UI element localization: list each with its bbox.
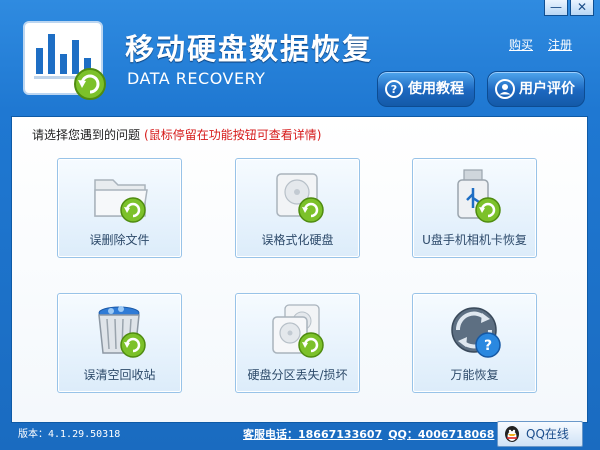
question-circle-icon: ? bbox=[385, 80, 403, 98]
tutorial-button-label: 使用教程 bbox=[408, 81, 464, 97]
tile-recycle-bin[interactable]: 误清空回收站 bbox=[57, 293, 182, 393]
recycle-bin-recover-icon bbox=[98, 306, 146, 358]
universal-recover-icon: ? bbox=[451, 307, 501, 358]
partition-recover-icon bbox=[272, 304, 324, 358]
window-controls: — ✕ bbox=[544, 0, 594, 16]
tile-partition[interactable]: 硬盘分区丢失/损坏 bbox=[235, 293, 360, 393]
problem-prompt: 请选择您遇到的问题 (鼠标停留在功能按钮可查看详情) bbox=[32, 127, 321, 143]
app-window: — ✕ 移动硬盘数据恢复 DATA RECOVERY 购买 注册 ? 使用教程 … bbox=[0, 0, 600, 450]
problem-panel: 请选择您遇到的问题 (鼠标停留在功能按钮可查看详情) 误删除文件 误格式化硬盘 … bbox=[11, 116, 588, 423]
prompt-text: 请选择您遇到的问题 bbox=[32, 128, 141, 142]
version-text: 版本：4.1.29.50318 bbox=[18, 429, 121, 440]
app-logo-icon bbox=[23, 21, 106, 100]
app-title: 移动硬盘数据恢复 bbox=[125, 32, 374, 66]
tile-label: 误删除文件 bbox=[89, 233, 150, 247]
service-qq: QQ：4006718068 bbox=[388, 428, 495, 441]
tile-label: 误格式化硬盘 bbox=[261, 233, 334, 247]
tile-universal[interactable]: ? 万能恢复 bbox=[412, 293, 537, 393]
tile-deleted-files[interactable]: 误删除文件 bbox=[57, 158, 182, 258]
tile-usb-card[interactable]: U盘手机相机卡恢复 bbox=[412, 158, 537, 258]
tile-label: 万能恢复 bbox=[450, 368, 499, 382]
minimize-button[interactable]: — bbox=[544, 0, 568, 16]
prompt-hint: (鼠标停留在功能按钮可查看详情) bbox=[144, 128, 322, 142]
service-phone: 客服电话：18667133607 bbox=[243, 428, 383, 441]
qq-online-label: QQ在线 bbox=[526, 427, 569, 441]
service-contact[interactable]: 客服电话：18667133607 QQ：4006718068 bbox=[243, 428, 500, 442]
tile-formatted-drive[interactable]: 误格式化硬盘 bbox=[235, 158, 360, 258]
app-subtitle: DATA RECOVERY bbox=[127, 69, 266, 88]
register-link[interactable]: 注册 bbox=[548, 38, 572, 52]
tutorial-button[interactable]: ? 使用教程 bbox=[377, 71, 475, 107]
hard-drive-recover-icon bbox=[276, 173, 324, 223]
tile-label: U盘手机相机卡恢复 bbox=[422, 233, 527, 247]
folder-recover-icon bbox=[94, 179, 148, 223]
review-button-label: 用户评价 bbox=[519, 81, 575, 97]
close-button[interactable]: ✕ bbox=[570, 0, 594, 16]
svg-text:?: ? bbox=[484, 338, 492, 354]
user-icon bbox=[495, 79, 515, 99]
tile-label: 误清空回收站 bbox=[83, 368, 156, 382]
tile-label: 硬盘分区丢失/损坏 bbox=[247, 368, 348, 382]
usb-drive-recover-icon bbox=[457, 169, 501, 223]
buy-link[interactable]: 购买 bbox=[509, 38, 533, 52]
qq-penguin-icon bbox=[505, 426, 519, 442]
qq-online-button[interactable]: QQ在线 bbox=[497, 421, 583, 447]
review-button[interactable]: 用户评价 bbox=[487, 71, 585, 107]
